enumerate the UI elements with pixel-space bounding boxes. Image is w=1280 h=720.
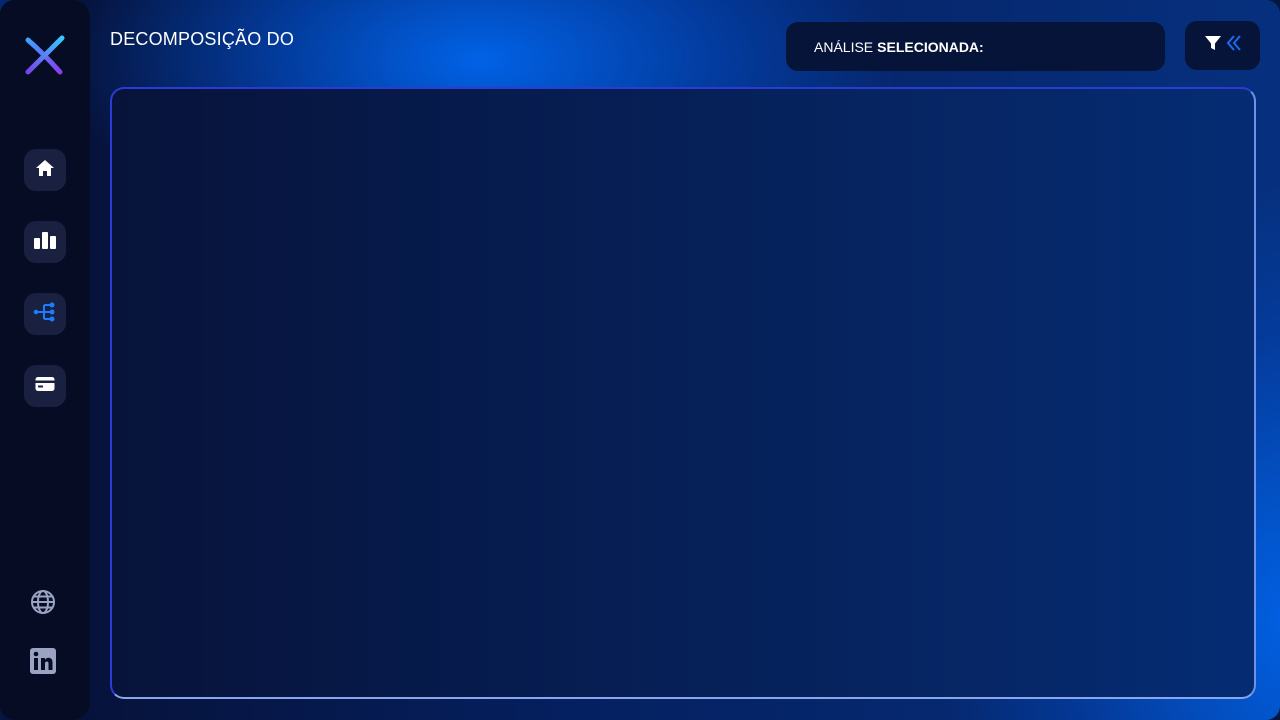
globe-link[interactable]	[29, 589, 57, 620]
home-icon	[35, 158, 55, 183]
page-title: DECOMPOSIÇÃO DO	[110, 29, 295, 49]
card-icon	[35, 376, 55, 397]
linkedin-link[interactable]	[29, 647, 57, 679]
x-logo	[22, 34, 66, 78]
selection-label: ANÁLISE	[814, 38, 874, 55]
linkedin-icon	[30, 647, 56, 679]
decomposition-tree-visual[interactable]	[110, 87, 1256, 699]
nav-charts-button[interactable]	[24, 221, 66, 263]
nav-decomposition-button[interactable]	[24, 293, 66, 335]
nav-card-button[interactable]	[24, 365, 66, 407]
double-chevron-left-icon	[1226, 34, 1242, 57]
filter-icon	[1204, 34, 1222, 57]
filter-panel-toggle-button[interactable]	[1185, 21, 1260, 70]
sidebar	[0, 0, 90, 720]
bar-chart-icon	[33, 230, 57, 255]
globe-icon	[30, 589, 56, 620]
selection-label-bold: SELECIONADA:	[877, 38, 984, 55]
decomposition-tree-icon	[33, 300, 57, 329]
nav-home-button[interactable]	[24, 149, 66, 191]
app-window: DECOMPOSIÇÃO DO ANÁLISE SELECIONADA:	[0, 0, 1280, 720]
selected-analysis-box: ANÁLISE SELECIONADA:	[786, 22, 1165, 71]
